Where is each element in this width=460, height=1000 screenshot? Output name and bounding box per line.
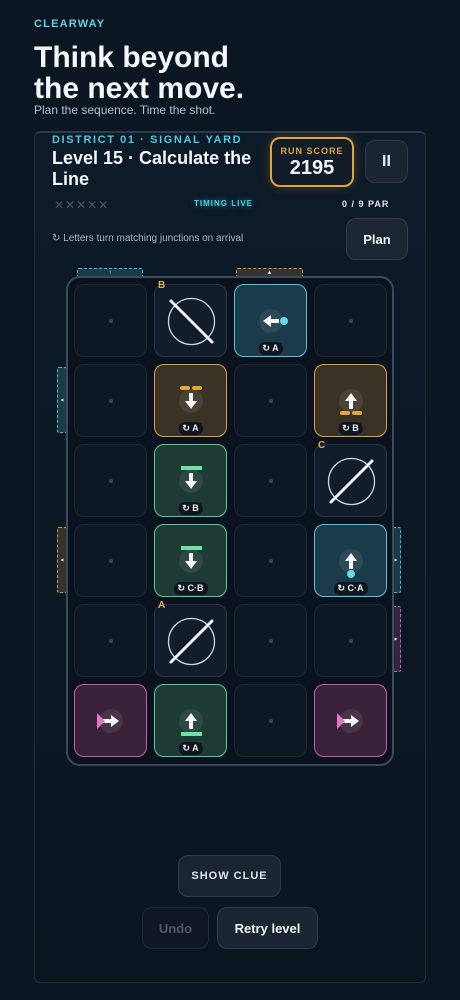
green-signal-tile[interactable]: ↻ C·B [154, 524, 227, 597]
edge-arrow-icon: ▸ [394, 636, 398, 643]
score-label: RUN SCORE [280, 146, 344, 156]
rotation-badge: ↻ B [178, 502, 203, 515]
empty-cell[interactable] [74, 284, 147, 357]
cell-dot [269, 719, 273, 723]
empty-cell[interactable] [234, 604, 307, 677]
undo-button[interactable]: Undo [142, 907, 209, 949]
orange-signal-tile[interactable]: ↻ A [154, 364, 227, 437]
cell-dot [269, 399, 273, 403]
empty-cell[interactable] [74, 604, 147, 677]
edge-arrow-icon: ◂ [60, 397, 64, 404]
arrow-right-icon [97, 709, 123, 733]
cell-dot [269, 479, 273, 483]
mirror-junction[interactable]: B [154, 280, 227, 357]
empty-cell[interactable] [74, 524, 147, 597]
green-signal-tile[interactable]: ↻ B [154, 444, 227, 517]
plan-button[interactable]: Plan [346, 218, 408, 260]
rotation-badge: ↻ A [178, 422, 203, 435]
cell-dot [349, 319, 353, 323]
cyan-signal-tile[interactable]: ↻ C·A [314, 524, 387, 597]
cell-dot [109, 319, 113, 323]
cell-dot [109, 559, 113, 563]
cell-dot [109, 639, 113, 643]
rotation-badge: ↻ C·A [333, 582, 368, 595]
pause-button[interactable]: II [365, 140, 408, 183]
cyan-signal-tile[interactable]: ↻ A [234, 284, 307, 357]
mirror-forward-icon [167, 617, 216, 666]
headline-line-1: Think beyond [34, 41, 229, 74]
move-counter: 0 / 9 PAR [342, 199, 390, 209]
green-signal-tile[interactable]: ↻ A [154, 684, 227, 757]
edge-arrow-icon: ↑ [108, 269, 112, 276]
pink-signal-tile[interactable] [74, 684, 147, 757]
mirror-forward-icon [327, 457, 376, 506]
mirror-junction[interactable]: C [314, 440, 387, 517]
empty-cell[interactable] [314, 284, 387, 357]
cell-dot [269, 559, 273, 563]
cell-dot [109, 399, 113, 403]
rotation-badge: ↻ B [338, 422, 363, 435]
retry-level-button[interactable]: Retry level [217, 907, 318, 949]
hint-text: ↻ Letters turn matching junctions on arr… [52, 233, 244, 244]
rotation-badge: ↻ A [258, 342, 283, 355]
empty-cell[interactable] [314, 604, 387, 677]
mirror-junction[interactable]: A [154, 600, 227, 677]
cell-dot [269, 639, 273, 643]
empty-cell[interactable] [234, 444, 307, 517]
empty-cell[interactable] [74, 444, 147, 517]
junction-letter: C [318, 440, 326, 451]
mirror-back-icon [167, 297, 216, 346]
edge-arrow-icon: ◂ [60, 557, 64, 564]
arrow-right-icon [337, 709, 363, 733]
edge-arrow-icon: ▸ [394, 557, 398, 564]
run-score: RUN SCORE 2195 [270, 137, 354, 187]
pink-signal-tile[interactable] [314, 684, 387, 757]
district-label: DISTRICT 01 · SIGNAL YARD [52, 134, 243, 146]
empty-cell[interactable] [234, 524, 307, 597]
level-title: Level 15 · Calculate the Line [52, 148, 252, 189]
empty-cell[interactable] [234, 684, 307, 757]
tagline: Plan the sequence. Time the shot. [34, 103, 216, 117]
junction-letter: B [158, 280, 166, 291]
orange-signal-tile[interactable]: ↻ B [314, 364, 387, 437]
junction-letter: A [158, 600, 166, 611]
headline: Think beyond the next move. [34, 42, 244, 104]
headline-line-2: the next move. [34, 72, 245, 105]
rotation-badge: ↻ A [178, 742, 203, 755]
empty-cell[interactable] [74, 364, 147, 437]
brand-name: CLEARWAY [34, 18, 106, 30]
empty-cell[interactable] [234, 364, 307, 437]
cell-dot [109, 479, 113, 483]
game-board: B ↻ A ↻ A ↻ B ↻ B C ↻ C·B ↻ C·A A ↻ A [66, 276, 394, 766]
show-clue-button[interactable]: SHOW CLUE [178, 855, 281, 897]
score-value: 2195 [289, 157, 335, 179]
edge-arrow-icon: ▲ [266, 269, 273, 276]
cell-dot [349, 639, 353, 643]
timing-status: TIMING LIVE [194, 199, 253, 208]
star-rating: ✕✕✕✕✕ [54, 198, 110, 212]
rotation-badge: ↻ C·B [173, 582, 208, 595]
